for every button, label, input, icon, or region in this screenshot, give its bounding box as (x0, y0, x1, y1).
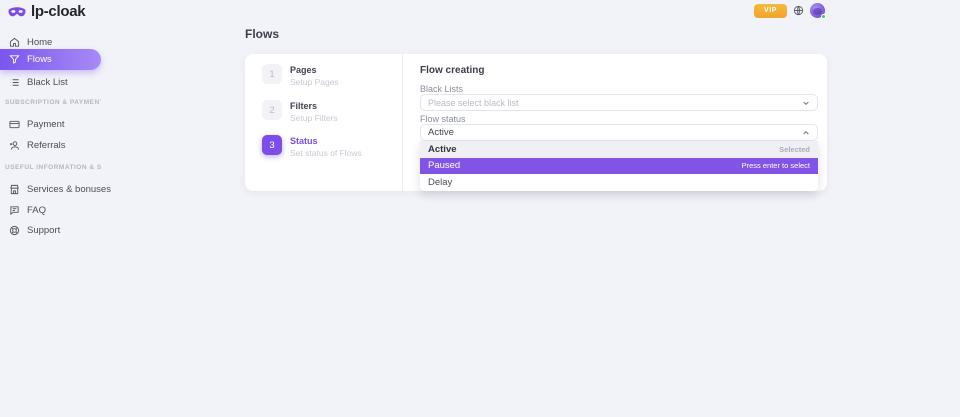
step-title: Pages (290, 64, 339, 75)
step-pages[interactable]: 1 Pages Setup Pages (262, 64, 339, 87)
lifebuoy-icon (9, 225, 20, 236)
flow-status-label: Flow status (420, 114, 466, 124)
storefront-icon (9, 184, 20, 195)
flow-status-dropdown: Active Selected Paused Press enter to se… (420, 141, 818, 191)
step-number: 2 (262, 100, 282, 120)
online-status-dot (821, 14, 826, 19)
page-title: Flows (245, 27, 279, 41)
user-avatar[interactable] (810, 3, 825, 18)
chat-faq-icon (9, 205, 20, 216)
step-title: Status (290, 135, 362, 146)
sidebar-item-services-bonuses[interactable]: Services & bonuses (0, 179, 101, 199)
step-filters[interactable]: 2 Filters Setup Filters (262, 100, 338, 123)
step-number: 1 (262, 64, 282, 84)
chevron-up-icon (802, 129, 810, 137)
flow-status-select[interactable]: Active (420, 124, 818, 141)
sidebar-item-label: Support (27, 225, 60, 236)
black-lists-placeholder: Please select black list (428, 98, 519, 108)
option-active[interactable]: Active Selected (420, 141, 818, 158)
option-delay[interactable]: Delay (420, 174, 818, 191)
step-subtitle: Setup Pages (290, 77, 339, 87)
step-number: 3 (262, 135, 282, 155)
sidebar-item-referrals[interactable]: Referrals (0, 135, 101, 155)
user-plus-icon (9, 140, 20, 151)
option-paused[interactable]: Paused Press enter to select (420, 158, 818, 175)
step-status[interactable]: 3 Status Set status of Flows (262, 135, 362, 158)
vip-button[interactable]: VIP (754, 4, 787, 18)
chevron-down-icon (802, 99, 810, 107)
black-lists-label: Black Lists (420, 84, 463, 94)
sidebar-item-faq[interactable]: FAQ (0, 200, 101, 220)
sidebar-item-label: Services & bonuses (27, 184, 111, 195)
option-label: Active (428, 144, 457, 155)
app-logo[interactable]: lp-cloak (8, 3, 85, 20)
flow-creating-card: 1 Pages Setup Pages 2 Filters Setup Filt… (245, 54, 827, 191)
step-title: Filters (290, 100, 338, 111)
sidebar-item-label: Referrals (27, 140, 66, 151)
step-subtitle: Setup Filters (290, 113, 338, 123)
option-label: Delay (428, 177, 452, 188)
sidebar-item-label: FAQ (27, 205, 46, 216)
language-globe-icon[interactable] (793, 5, 804, 16)
mask-logo-icon (8, 6, 26, 18)
option-hint: Press enter to select (742, 161, 810, 170)
sidebar-item-label: Black List (27, 77, 68, 88)
flows-funnel-icon (9, 54, 20, 65)
black-lists-select[interactable]: Please select black list (420, 94, 818, 111)
top-header: lp-cloak VIP (0, 0, 960, 22)
sidebar-nav: Home Flows Black List Subscription & Pay… (0, 22, 102, 417)
sidebar-item-support[interactable]: Support (0, 220, 101, 240)
sidebar-item-label: Flows (27, 54, 52, 65)
sidebar-item-black-list[interactable]: Black List (0, 72, 101, 92)
sidebar-item-flows[interactable]: Flows (0, 49, 101, 70)
step-subtitle: Set status of Flows (290, 148, 362, 158)
home-icon (9, 37, 20, 48)
sidebar-item-label: Home (27, 37, 52, 48)
sidebar-section-payments: Subscription & Payments (5, 99, 101, 106)
sidebar-section-support: Useful information & Support (5, 164, 101, 171)
credit-card-icon (9, 119, 20, 130)
card-divider (402, 54, 403, 191)
option-hint: Selected (779, 145, 810, 154)
sidebar-item-payment[interactable]: Payment (0, 114, 101, 134)
form-title: Flow creating (420, 65, 484, 76)
list-icon (9, 77, 20, 88)
logo-text: lp-cloak (31, 3, 85, 20)
sidebar-item-label: Payment (27, 119, 65, 130)
option-label: Paused (428, 160, 460, 171)
flow-status-value: Active (428, 127, 454, 138)
